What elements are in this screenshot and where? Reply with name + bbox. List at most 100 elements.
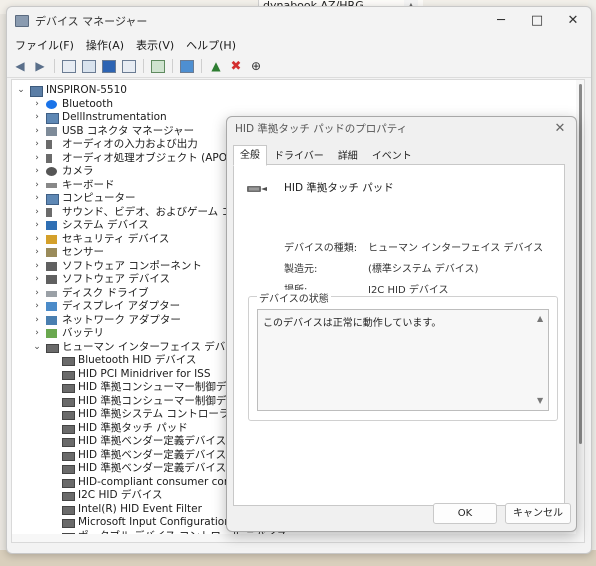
network-icon: [46, 315, 57, 325]
device-icon: [46, 113, 59, 124]
hid-device-icon: [62, 505, 75, 515]
tree-item-label: セキュリティ デバイス: [62, 232, 170, 245]
expand-chevron-icon[interactable]: ›: [32, 165, 42, 179]
collapse-chevron-icon[interactable]: ⌄: [32, 341, 42, 355]
scan-icon[interactable]: [149, 58, 167, 74]
general-tab-panel: HID 準拠タッチ パッド デバイスの種類: ヒューマン インターフェイス デバ…: [233, 164, 565, 506]
tree-item-label: Bluetooth HID デバイス: [78, 354, 197, 366]
status-scrollbar[interactable]: ▲ ▼: [534, 310, 548, 410]
close-button[interactable]: ✕: [555, 7, 591, 35]
vertical-scrollbar[interactable]: [576, 80, 584, 542]
display-icon: [46, 302, 57, 311]
tree-item-label: DellInstrumentation: [62, 111, 167, 123]
back-arrow-icon[interactable]: ◀: [11, 58, 29, 74]
system-folder-icon: [46, 221, 57, 230]
toolbar-separator: [143, 59, 144, 73]
view-icon[interactable]: [120, 58, 138, 74]
device-status-group: デバイスの状態 このデバイスは正常に動作しています。 ▲ ▼: [248, 290, 558, 421]
expand-chevron-icon[interactable]: ›: [32, 179, 42, 193]
bluetooth-icon: [46, 99, 57, 109]
menu-file[interactable]: ファイル(F): [9, 37, 80, 53]
menu-bar: ファイル(F) 操作(A) 表示(V) ヘルプ(H): [7, 35, 591, 55]
tree-item-label: HID 準拠システム コントローラー: [78, 408, 240, 420]
tree-item-label: I2C HID デバイス: [78, 489, 163, 501]
minimize-button[interactable]: ─: [483, 7, 519, 35]
tree-item-label: HID PCI Minidriver for ISS: [78, 367, 211, 380]
toolbar-separator: [172, 59, 173, 73]
dialog-title-bar[interactable]: HID 準拠タッチ パッドのプロパティ ✕: [227, 117, 576, 141]
tree-item-label: システム デバイス: [62, 219, 149, 231]
monitor-icon[interactable]: [178, 58, 196, 74]
hid-device-icon: [62, 492, 75, 501]
maximize-button[interactable]: □: [519, 7, 555, 35]
hid-device-icon: [62, 451, 75, 461]
tree-item-label: HID 準拠ベンダー定義デバイス: [78, 462, 227, 474]
location-value: I2C HID デバイス: [368, 285, 449, 296]
tree-root[interactable]: ⌄ INSPIRON-5510: [12, 84, 572, 98]
expand-chevron-icon[interactable]: ›: [32, 246, 42, 260]
software-device-icon: [46, 275, 57, 284]
computer-icon: [46, 194, 59, 205]
device-status-label: デバイスの状態: [257, 290, 331, 305]
tree-item-label: キーボード: [62, 178, 115, 191]
sound-icon: [46, 207, 52, 217]
tree-item-label: カメラ: [62, 165, 94, 177]
tree-item-label: USB コネクタ マネージャー: [62, 124, 195, 137]
menu-view[interactable]: 表示(V): [130, 37, 180, 53]
title-bar[interactable]: デバイス マネージャー ─ □ ✕: [7, 7, 591, 35]
cancel-button[interactable]: キャンセル: [505, 503, 571, 524]
expand-chevron-icon[interactable]: ›: [32, 273, 42, 287]
expand-chevron-icon[interactable]: ›: [32, 192, 42, 206]
download-icon[interactable]: ⊕: [247, 58, 265, 74]
expand-chevron-icon[interactable]: ›: [32, 111, 42, 125]
collapse-chevron-icon[interactable]: ⌄: [16, 84, 26, 98]
add-driver-icon[interactable]: ▲: [207, 58, 225, 74]
expand-chevron-icon[interactable]: ›: [32, 287, 42, 301]
expand-chevron-icon[interactable]: ›: [32, 219, 42, 233]
tree-item-label: HID 準拠タッチ パッド: [78, 421, 188, 434]
hid-device-icon: [62, 411, 75, 420]
update-icon[interactable]: [80, 58, 98, 74]
horizontal-scrollbar[interactable]: [12, 534, 576, 542]
menu-action[interactable]: 操作(A): [80, 37, 130, 53]
device-status-text: このデバイスは正常に動作しています。: [263, 318, 442, 329]
tree-item-label: オーディオの入力および出力: [62, 138, 198, 150]
manufacturer-label: 製造元:: [284, 264, 318, 275]
tree-item-label: Bluetooth: [62, 97, 113, 110]
expand-chevron-icon[interactable]: ›: [32, 314, 42, 328]
expand-chevron-icon[interactable]: ›: [32, 327, 42, 341]
expand-chevron-icon[interactable]: ›: [32, 233, 42, 247]
menu-help[interactable]: ヘルプ(H): [180, 37, 242, 53]
expand-chevron-icon[interactable]: ›: [32, 300, 42, 314]
ok-button[interactable]: OK: [433, 503, 497, 524]
disk-icon: [46, 290, 57, 297]
security-icon: [46, 234, 57, 244]
expand-chevron-icon[interactable]: ›: [32, 206, 42, 220]
expand-chevron-icon[interactable]: ›: [32, 125, 42, 139]
expand-chevron-icon[interactable]: ›: [32, 260, 42, 274]
tree-item-label: Intel(R) HID Event Filter: [78, 502, 202, 515]
tree-item-label: HID 準拠ベンダー定義デバイス: [78, 435, 227, 447]
device-status-textbox[interactable]: このデバイスは正常に動作しています。 ▲ ▼: [257, 309, 549, 411]
scroll-down-icon[interactable]: ▼: [537, 396, 543, 405]
tree-item-label: ソフトウェア デバイス: [62, 273, 171, 285]
scroll-up-icon[interactable]: ▲: [537, 314, 543, 323]
expand-chevron-icon[interactable]: ›: [32, 98, 42, 112]
uninstall-x-icon[interactable]: ✖: [227, 58, 245, 74]
tab-general[interactable]: 全般: [233, 145, 267, 166]
properties-icon[interactable]: [60, 58, 78, 74]
manufacturer-value: (標準システム デバイス): [368, 264, 479, 275]
tree-category[interactable]: › Bluetooth: [12, 98, 572, 112]
audio-icon: [46, 140, 52, 149]
hid-device-icon: [62, 370, 75, 380]
device-manager-app-icon: [15, 15, 29, 27]
help-icon[interactable]: [100, 58, 118, 74]
forward-arrow-icon[interactable]: ▶: [31, 58, 49, 74]
tree-item-label: センサー: [62, 246, 104, 258]
device-type-value: ヒューマン インターフェイス デバイス: [368, 243, 544, 254]
scrollbar-thumb[interactable]: [579, 84, 582, 444]
expand-chevron-icon[interactable]: ›: [32, 138, 42, 152]
computer-icon: [30, 86, 43, 97]
dialog-close-button[interactable]: ✕: [550, 117, 570, 141]
expand-chevron-icon[interactable]: ›: [32, 152, 42, 166]
